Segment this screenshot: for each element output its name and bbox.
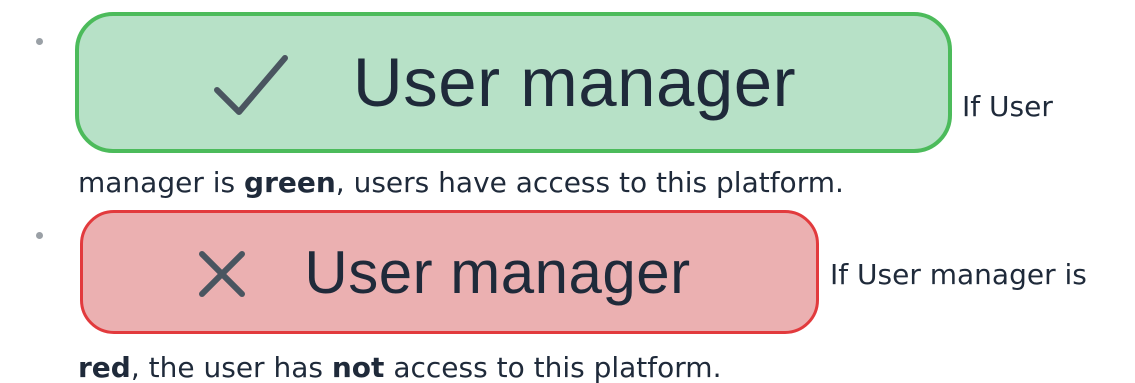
- item-text-lead: If User: [962, 90, 1053, 123]
- badge-label: User manager: [352, 44, 797, 121]
- cross-icon: [192, 244, 252, 304]
- status-not-word: not: [331, 351, 385, 383]
- list-bullet: [36, 38, 43, 45]
- status-green-word: green: [244, 166, 336, 199]
- item-text-rest: access to this platform.: [393, 351, 722, 383]
- item-text-mid: , the user has: [130, 351, 323, 383]
- checkmark-icon: [211, 46, 291, 126]
- badge-label: User manager: [304, 238, 691, 306]
- item-text-line: red, the user has not access to this pla…: [78, 351, 721, 383]
- status-red-word: red: [78, 351, 131, 383]
- item-text-rest: , users have access to this platform.: [335, 166, 844, 199]
- item-text-line: manager is green, users have access to t…: [78, 166, 844, 200]
- item-text-lead: If User manager is: [830, 258, 1087, 291]
- list-bullet: [36, 232, 43, 239]
- user-manager-badge-red: User manager: [80, 210, 819, 334]
- item-text-cont: manager is: [78, 166, 236, 199]
- user-manager-badge-green: User manager: [75, 12, 952, 153]
